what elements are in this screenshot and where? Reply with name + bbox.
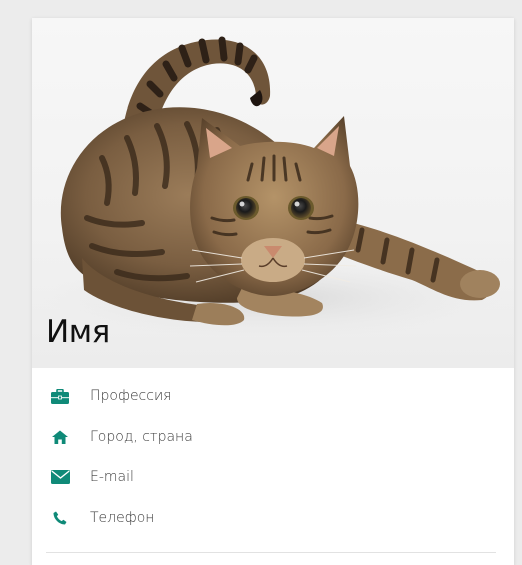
- info-item-location: Город, страна: [32, 417, 514, 458]
- briefcase-icon: [49, 385, 71, 407]
- profile-info-list: Профессия Город, страна E-mail Телефон: [32, 368, 514, 538]
- phone-icon: [49, 507, 71, 529]
- profile-name: Имя: [46, 314, 110, 350]
- info-label-location: Город, страна: [90, 428, 193, 445]
- info-label-email: E-mail: [90, 469, 134, 486]
- divider: [46, 552, 496, 553]
- profile-card: Имя Профессия Город, страна E-mail Телеф…: [32, 18, 514, 565]
- envelope-icon: [49, 466, 71, 488]
- home-icon: [49, 426, 71, 448]
- info-item-email: E-mail: [32, 457, 514, 498]
- info-item-phone: Телефон: [32, 498, 514, 539]
- info-label-profession: Профессия: [90, 388, 172, 405]
- info-label-phone: Телефон: [90, 509, 155, 526]
- profile-photo: Имя: [32, 18, 514, 368]
- info-item-profession: Профессия: [32, 376, 514, 417]
